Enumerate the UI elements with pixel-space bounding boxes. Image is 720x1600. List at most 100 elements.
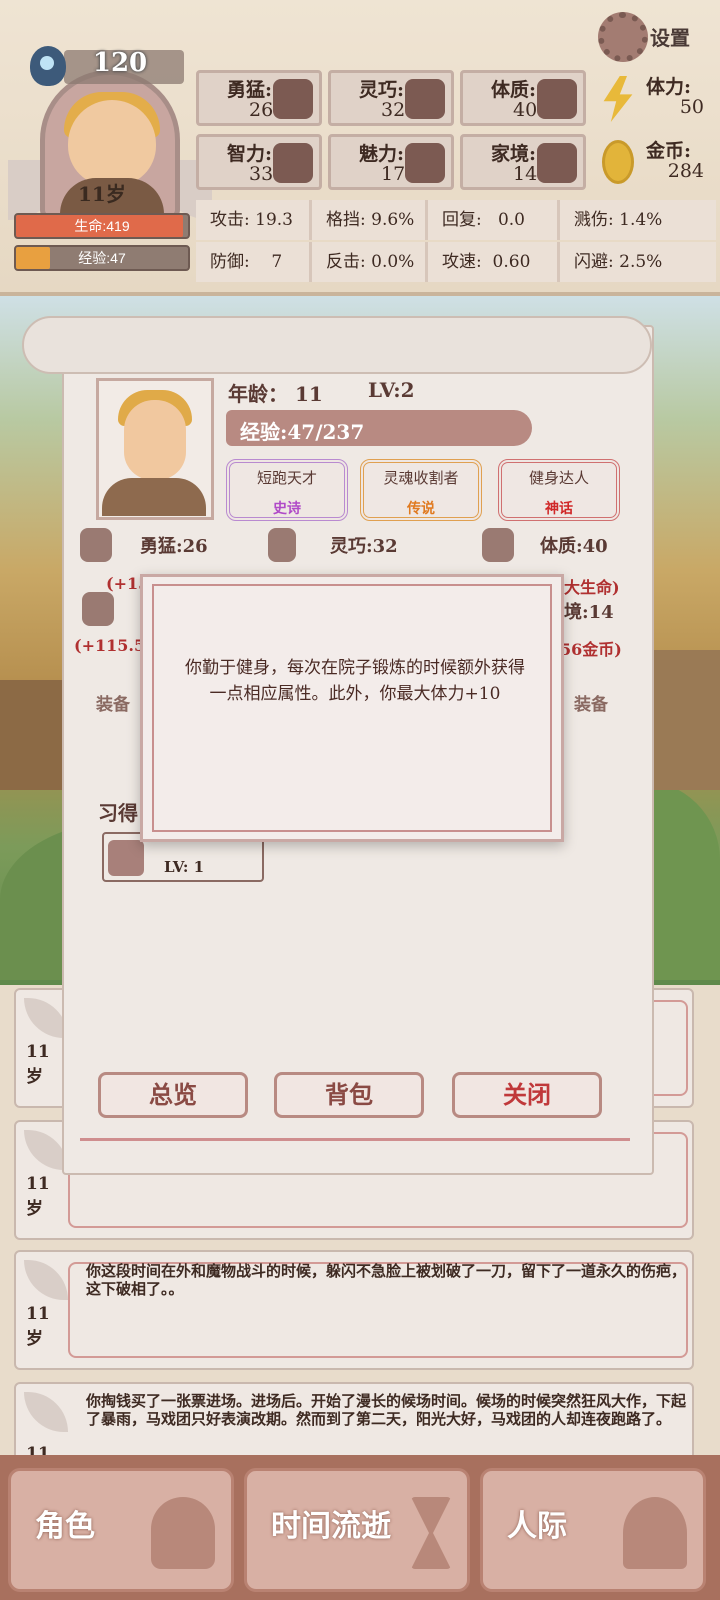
talent-card[interactable]: 灵魂收割者 传说 [360, 459, 482, 521]
log-entry[interactable]: 11岁 你这段时间在外和魔物战斗的时候，躲闪不急脸上被划破了一刀，留下了一道永久… [14, 1250, 694, 1370]
panel-avatar [124, 400, 186, 480]
stamina-display: 体力: 50 [598, 70, 710, 126]
talent-card[interactable]: 短跑天才 史诗 [226, 459, 348, 521]
stat-name: 灵巧: [359, 79, 405, 101]
nav-time[interactable]: 时间流逝 [244, 1468, 470, 1592]
combat-stat-attack: 攻击: 19.3 [196, 200, 312, 240]
talent-card[interactable]: 健身达人 神话 [498, 459, 620, 521]
stat-value: 32 [381, 99, 406, 121]
stat-name: 家境: [491, 143, 537, 165]
combat-stats-row: 防御: 7 反击: 0.0% 攻速: 0.60 闪避: 2.5% [196, 242, 716, 282]
equip-label[interactable]: 装备 [574, 690, 608, 715]
panel-avatar-body [102, 478, 206, 516]
panel-bonus-text: 大生命) [564, 578, 620, 597]
hut [0, 680, 70, 790]
panel-bonus-text: (+115.5 [74, 636, 146, 655]
arm-icon [482, 528, 514, 562]
hp-bar: 生命:419 [14, 213, 190, 239]
skill-icon [108, 840, 144, 876]
combat-stat-regen: 回复: 0.0 [428, 200, 560, 240]
stat-value: 40 [513, 99, 538, 121]
skill-level: LV: 1 [164, 858, 205, 876]
nav-label: 时间流逝 [271, 1509, 391, 1544]
feather-icon [24, 1392, 68, 1432]
panel-attr-family: 境:14 [564, 602, 614, 623]
talent-rarity: 史诗 [273, 501, 301, 517]
log-age: 11岁 [26, 1304, 50, 1349]
hourglass-icon [411, 1497, 451, 1569]
stat-value: 26 [249, 99, 274, 121]
combat-stat-defense: 防御: 7 [196, 242, 312, 282]
panel-level: LV:2 [368, 378, 415, 402]
stat-name: 智力: [227, 143, 273, 165]
feather-icon [24, 1260, 68, 1300]
log-text: 你掏钱买了一张票进场。进场后。开始了漫长的候场时间。候场的时候突然狂风大作，下起… [86, 1392, 687, 1428]
combat-stat-counter: 反击: 0.0% [312, 242, 428, 282]
arm-icon [537, 79, 577, 119]
settings-button[interactable]: 设置 [598, 12, 708, 62]
panel-age: 年龄： 11 [228, 382, 323, 406]
brain-icon [82, 592, 114, 626]
overview-button[interactable]: 总览 [98, 1072, 248, 1118]
stat-courage[interactable]: 勇猛: 26 [196, 70, 322, 126]
resource-name: 金币: [646, 140, 692, 162]
nav-label: 人际 [507, 1509, 567, 1544]
people-icon [623, 1497, 687, 1569]
flourish-divider [80, 1122, 630, 1141]
stat-charm[interactable]: 魅力: 17 [328, 134, 454, 190]
combat-stat-speed: 攻速: 0.60 [428, 242, 560, 282]
exp-label: 经验:47 [78, 250, 126, 266]
stat-family[interactable]: 家境: 14 [460, 134, 586, 190]
stat-intelligence[interactable]: 智力: 33 [196, 134, 322, 190]
equip-label[interactable]: 装备 [96, 690, 130, 715]
gear-icon [598, 12, 648, 62]
stat-value: 33 [249, 163, 274, 185]
talent-rarity: 传说 [407, 501, 435, 517]
resource-value: 50 [679, 96, 704, 118]
fist-icon [273, 79, 313, 119]
cloak-icon [405, 79, 445, 119]
hp-label: 生命:419 [74, 218, 130, 234]
cloak-icon [268, 528, 296, 562]
scroll-top-roll [22, 316, 652, 374]
stat-name: 魅力: [359, 143, 405, 165]
log-age: 11岁 [26, 1042, 50, 1087]
bag-button[interactable]: 背包 [274, 1072, 424, 1118]
soul-count: 120 [92, 48, 148, 78]
tooltip-text: 你勤于健身，每次在院子锻炼的时候额外获得一点相应属性。此外，你最大体力+10 [185, 658, 525, 704]
stat-agility[interactable]: 灵巧: 32 [328, 70, 454, 126]
house-icon [537, 143, 577, 183]
talent-name: 健身达人 [528, 469, 589, 487]
combat-stat-splash: 溅伤: 1.4% [560, 200, 716, 240]
soul-eye [40, 56, 54, 70]
panel-exp: 经验:47/237 [240, 420, 365, 444]
lotus-icon [405, 143, 445, 183]
resource-value: 284 [667, 160, 704, 182]
stat-value: 17 [381, 163, 406, 185]
talent-name: 短跑天才 [256, 469, 317, 487]
stat-constitution[interactable]: 体质: 40 [460, 70, 586, 126]
stat-name: 体质: [491, 79, 537, 101]
player-age: 11岁 [78, 182, 126, 206]
nav-social[interactable]: 人际 [480, 1468, 706, 1592]
settings-label: 设置 [650, 26, 690, 50]
combat-stats-row: 攻击: 19.3 格挡: 9.6% 回复: 0.0 溅伤: 1.4% [196, 200, 716, 240]
panel-attr-agility: 灵巧:32 [330, 536, 398, 557]
log-age: 11岁 [26, 1174, 50, 1219]
talent-name: 灵魂收割者 [383, 469, 459, 487]
combat-stat-dodge: 闪避: 2.5% [560, 242, 716, 282]
brain-icon [273, 143, 313, 183]
log-text: 你这段时间在外和魔物战斗的时候，躲闪不急脸上被划破了一刀，留下了一道永久的伤疤，… [86, 1262, 687, 1298]
character-icon [151, 1497, 215, 1569]
tooltip-frame [152, 584, 552, 832]
panel-attr-constitution: 体质:40 [540, 536, 608, 557]
panel-bonus-text: 56金币) [560, 640, 622, 659]
nav-label: 角色 [35, 1509, 95, 1544]
avatar [68, 100, 156, 186]
nav-character[interactable]: 角色 [8, 1468, 234, 1592]
exp-bar: 经验:47 [14, 245, 190, 271]
close-button[interactable]: 关闭 [452, 1072, 602, 1118]
stat-value: 14 [513, 163, 538, 185]
stat-name: 勇猛: [227, 79, 273, 101]
talent-rarity: 神话 [545, 501, 573, 517]
